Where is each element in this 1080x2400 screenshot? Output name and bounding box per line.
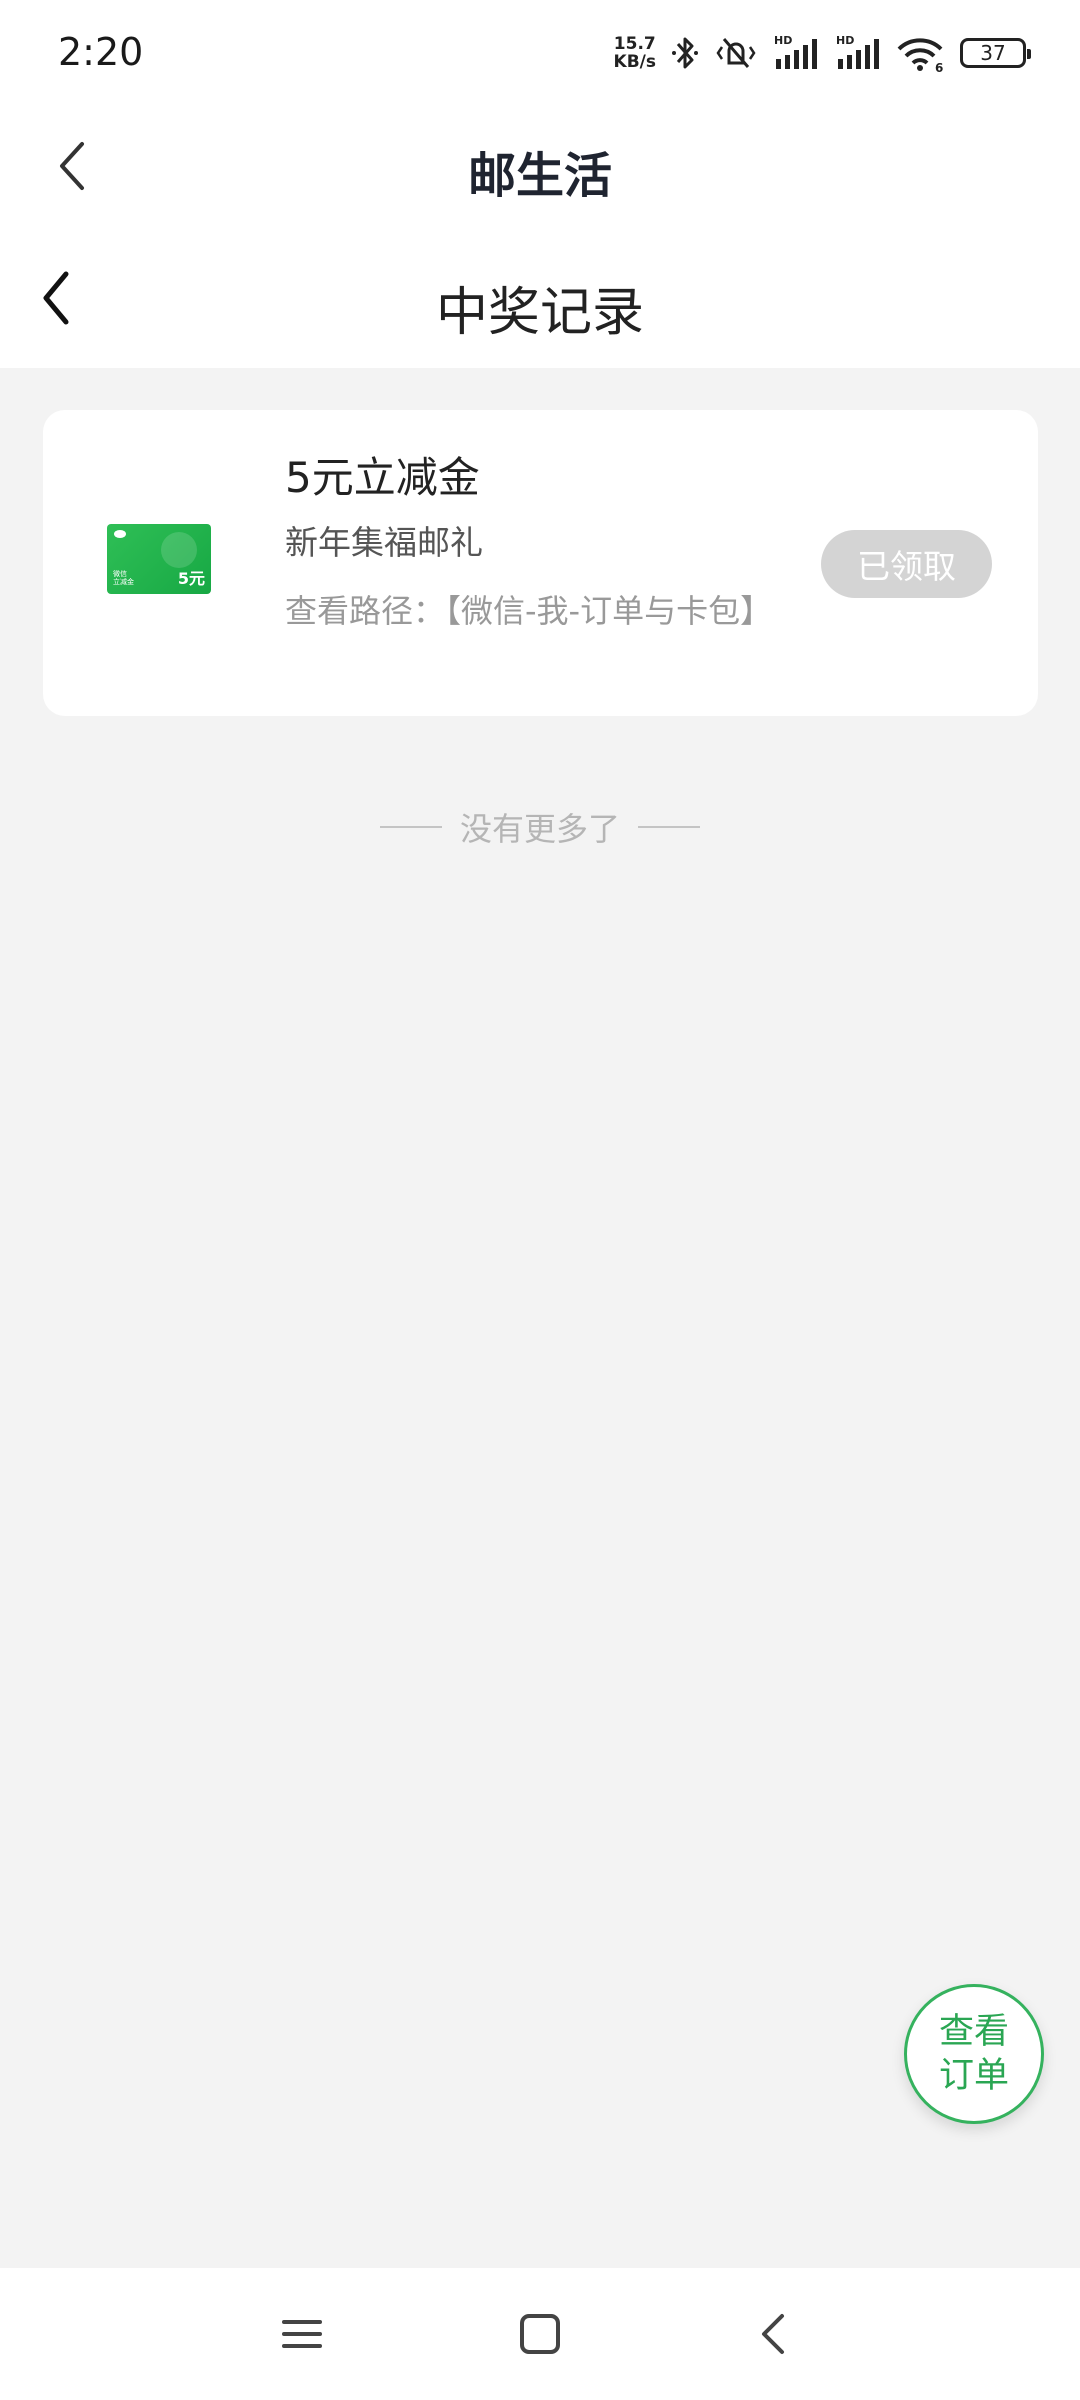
- divider: [379, 826, 442, 828]
- battery-level: 37: [980, 41, 1006, 65]
- back-button[interactable]: [742, 2304, 806, 2364]
- voucher-amount: 5元: [177, 569, 205, 588]
- signal-icon: HD: [772, 33, 820, 73]
- menu-button[interactable]: [270, 2304, 334, 2364]
- view-orders-label: 查看订单: [938, 2012, 1009, 2096]
- list-end-indicator: 没有更多了: [0, 804, 1080, 850]
- page-header: 中奖记录: [0, 226, 1080, 368]
- prize-view-path: 查看路径：【微信-我-订单与卡包】: [285, 592, 773, 630]
- status-time: 2:20: [58, 30, 144, 74]
- prize-source: 新年集福邮礼: [285, 523, 483, 562]
- status-bar: 2:20 15.7 KB/s HD HD 6 37: [0, 0, 1080, 106]
- wifi-icon: 6: [896, 33, 946, 73]
- battery-icon: 37: [960, 38, 1031, 68]
- yuan-coin-icon: [161, 532, 197, 568]
- home-button[interactable]: [508, 2304, 572, 2364]
- page-title: 中奖记录: [435, 283, 644, 343]
- claimed-button[interactable]: 已领取: [821, 530, 992, 598]
- bluetooth-icon: [670, 33, 700, 73]
- voucher-label-line1: 微信: [113, 570, 127, 578]
- host-title: 邮生活: [467, 148, 612, 204]
- status-icons: 15.7 KB/s HD HD 6 37: [614, 28, 1031, 78]
- wifi-label: 6: [935, 61, 943, 73]
- signal-icon: HD: [834, 33, 882, 73]
- hd-label: HD: [774, 34, 792, 47]
- voucher-label: 微信 立减金: [113, 570, 134, 586]
- prize-record-card: 微信 立减金 5元 5元立减金 新年集福邮礼 查看路径：【微信-我-订单与卡包】…: [43, 410, 1038, 716]
- network-speed: 15.7 KB/s: [614, 35, 656, 71]
- voucher-image: 微信 立减金 5元: [107, 524, 211, 594]
- hd-label: HD: [836, 34, 854, 47]
- menu-icon: [282, 2320, 322, 2348]
- mute-vibrate-icon: [714, 33, 758, 73]
- divider: [638, 826, 700, 828]
- home-icon: [520, 2314, 560, 2354]
- prize-title: 5元立减金: [285, 453, 480, 502]
- view-orders-button[interactable]: 查看订单: [904, 1984, 1044, 2124]
- back-icon: [762, 2314, 784, 2354]
- network-speed-unit: KB/s: [613, 52, 656, 72]
- network-speed-value: 15.7: [613, 34, 656, 54]
- system-nav-bar: [0, 2268, 1080, 2400]
- list-end-text: 没有更多了: [459, 810, 620, 848]
- voucher-label-line2: 立减金: [113, 578, 134, 586]
- wechat-pay-logo-icon: [114, 530, 126, 538]
- host-header: 邮生活: [0, 106, 1080, 226]
